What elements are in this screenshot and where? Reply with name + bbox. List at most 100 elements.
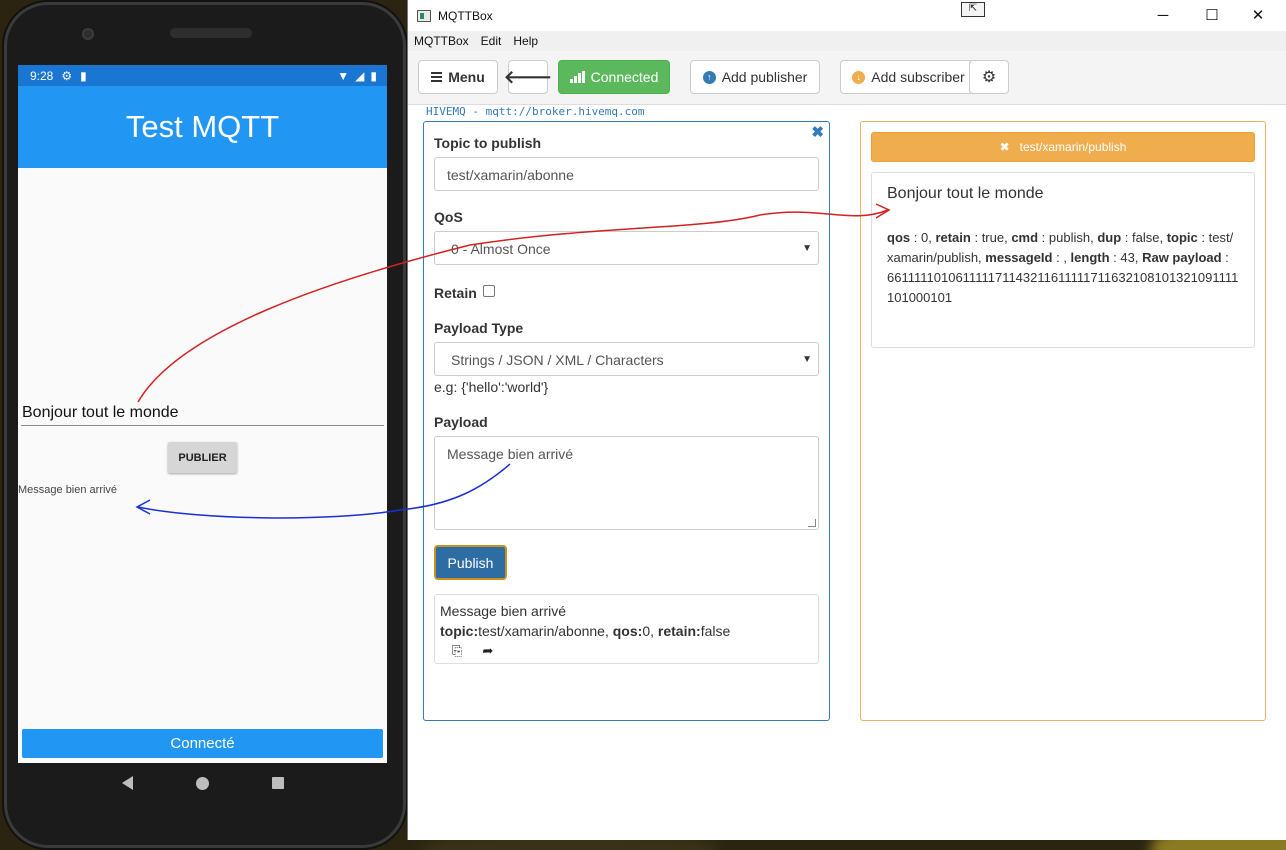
menu-help[interactable]: Help: [507, 34, 544, 48]
meta-qos-value: 0: [642, 623, 651, 639]
subscribed-topic: test/xamarin/publish: [1019, 140, 1127, 154]
received-message-card: Bonjour tout le monde qos : 0, retain : …: [871, 172, 1255, 348]
status-bar: 9:28 ⚙ ▮ ▼ ◢ ▮: [18, 65, 387, 86]
battery-icon: ▮: [370, 68, 377, 83]
close-icon[interactable]: ✕: [1235, 0, 1281, 30]
sd-card-icon: ▮: [80, 68, 87, 83]
topic-input[interactable]: test/xamarin/abonne: [434, 157, 819, 191]
front-camera: [82, 28, 94, 40]
resize-grip-icon[interactable]: [808, 519, 816, 527]
meta-value: 6611111010611111711432116111117116321081…: [887, 270, 1239, 305]
meta-value: true: [981, 230, 1005, 245]
received-message-text: Bonjour tout le monde: [887, 185, 1044, 202]
publish-button[interactable]: Publish: [434, 545, 507, 580]
connected-label: Connected: [590, 69, 659, 85]
add-subscriber-button[interactable]: ↓ Add subscriber: [840, 60, 977, 94]
menu-edit[interactable]: Edit: [475, 34, 508, 48]
hamburger-icon: [431, 72, 443, 82]
close-publisher-icon[interactable]: ✖: [811, 123, 824, 141]
arrow-down-circle-icon: ↓: [852, 70, 866, 84]
back-icon[interactable]: [121, 776, 133, 790]
settings-icon: ⚙: [61, 68, 73, 83]
payload-textarea[interactable]: Message bien arrivé: [434, 436, 819, 530]
arrow-up-circle-icon: ↑: [702, 70, 716, 84]
meta-key: retain: [935, 230, 971, 245]
qos-select[interactable]: 0 - Almost Once ▼: [434, 231, 819, 265]
meta-key: cmd: [1011, 230, 1039, 245]
retain-label: Retain: [434, 285, 477, 301]
republish-icon[interactable]: ⎘: [452, 641, 462, 661]
qos-label: QoS: [434, 209, 463, 225]
meta-value: false: [1132, 230, 1160, 245]
signal-bars-icon: [569, 71, 585, 83]
mqttbox-window: MQTTBox ⇱ ─ ☐ ✕ MQTTBox Edit Help Menu 🡐…: [408, 0, 1286, 840]
payload-text: Message bien arrivé: [447, 446, 574, 462]
app-icon: [417, 9, 431, 22]
published-message-meta: topic:test/xamarin/abonne, qos:0, retain…: [440, 623, 731, 639]
maximize-icon[interactable]: ☐: [1189, 0, 1235, 30]
share-icon[interactable]: ➦: [482, 641, 493, 661]
add-publisher-label: Add publisher: [721, 69, 808, 85]
publier-button[interactable]: PUBLIER: [168, 442, 237, 473]
payload-label: Payload: [434, 414, 488, 430]
meta-key: dup: [1097, 230, 1122, 245]
payload-hint: e.g: {'hello':'world'}: [434, 379, 549, 395]
meta-qos-key: qos:: [612, 623, 643, 639]
dropdown-caret-icon: ▼: [802, 354, 812, 365]
settings-button[interactable]: ⚙: [969, 60, 1009, 94]
meta-key: length: [1070, 250, 1110, 265]
meta-value: 43: [1120, 250, 1135, 265]
published-message-item: Message bien arrivé topic:test/xamarin/a…: [434, 594, 819, 664]
received-message-label: Message bien arrivé: [18, 484, 118, 496]
toolbar: Menu 🡐 Connected ↑ Add publisher ↓ Add s…: [408, 51, 1286, 105]
meta-retain-key: retain:: [657, 623, 701, 639]
meta-value: 0: [920, 230, 929, 245]
add-publisher-button[interactable]: ↑ Add publisher: [690, 60, 820, 94]
gear-icon: ⚙: [981, 69, 997, 86]
subscribed-topic-bar[interactable]: ✖ test/xamarin/publish: [871, 132, 1255, 162]
topic-label: Topic to publish: [434, 135, 542, 151]
payload-type-label: Payload Type: [434, 320, 524, 336]
meta-key: messageId: [985, 250, 1053, 265]
status-time: 9:28: [30, 68, 54, 83]
wifi-icon: ▼: [337, 68, 350, 83]
connected-status-button[interactable]: Connected: [558, 60, 670, 94]
received-message-meta: qos : 0, retain : true, cmd : publish, d…: [887, 230, 1239, 305]
menu-button-label: Menu: [448, 69, 485, 85]
published-message-text: Message bien arrivé: [440, 603, 567, 619]
window-title: MQTTBox: [438, 8, 493, 23]
subscriber-panel: ✖ test/xamarin/publish Bonjour tout le m…: [860, 121, 1266, 721]
android-nav-bar: [18, 763, 387, 803]
home-icon[interactable]: [195, 776, 209, 790]
arrow-left-icon: 🡐: [503, 66, 553, 87]
meta-retain-value: false: [700, 623, 731, 639]
payload-type-value: Strings / JSON / XML / Characters: [451, 352, 664, 368]
unsubscribe-icon[interactable]: ✖: [1000, 140, 1010, 154]
meta-key: Raw payload: [1142, 250, 1222, 265]
connected-button[interactable]: Connecté: [22, 729, 383, 758]
recent-apps-icon[interactable]: [271, 777, 284, 789]
minimize-icon[interactable]: ─: [1140, 0, 1186, 30]
connection-label: HIVEMQ - mqtt://broker.hivemq.com: [426, 105, 645, 118]
meta-key: topic: [1166, 230, 1198, 245]
menu-mqttbox[interactable]: MQTTBox: [408, 34, 475, 48]
dropdown-caret-icon: ▼: [802, 243, 812, 254]
add-subscriber-label: Add subscriber: [871, 69, 965, 85]
snap-layout-icon[interactable]: ⇱: [961, 2, 985, 17]
title-bar: MQTTBox ⇱ ─ ☐ ✕: [408, 0, 1286, 31]
app-title: Test MQTT: [18, 86, 387, 168]
publisher-panel: ✖ Topic to publish test/xamarin/abonne Q…: [423, 121, 830, 721]
phone-screen: 9:28 ⚙ ▮ ▼ ◢ ▮ Test MQTT Bonjour tout le…: [18, 65, 387, 763]
signal-icon: ◢: [355, 68, 365, 83]
meta-topic-value: test/xamarin/abonne: [478, 623, 605, 639]
menu-bar: MQTTBox Edit Help: [408, 31, 1286, 51]
meta-key: qos: [887, 230, 911, 245]
qos-select-value: 0 - Almost Once: [451, 241, 551, 257]
meta-value: publish: [1048, 230, 1091, 245]
earpiece-speaker: [170, 28, 252, 38]
payload-type-select[interactable]: Strings / JSON / XML / Characters ▼: [434, 342, 819, 376]
message-entry[interactable]: Bonjour tout le monde: [21, 399, 384, 426]
menu-button[interactable]: Menu: [418, 60, 498, 94]
back-button[interactable]: 🡐: [504, 60, 552, 94]
retain-checkbox[interactable]: [483, 285, 495, 297]
